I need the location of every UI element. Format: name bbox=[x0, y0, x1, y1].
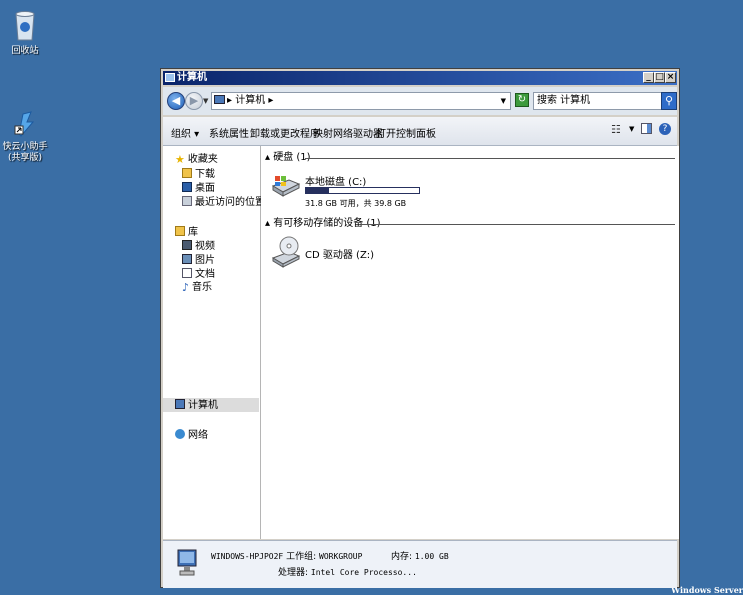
system-properties-button[interactable]: 系统属性 bbox=[209, 125, 249, 140]
refresh-button[interactable]: ↻ bbox=[515, 93, 529, 107]
cd-drive-z-label: CD 驱动器 (Z:) bbox=[305, 250, 375, 261]
search-placeholder: 搜索 计算机 bbox=[537, 95, 591, 106]
navigation-pane[interactable]: ★收藏夹 下载 桌面 最近访问的位置 库 视频 图片 文档 ♪音乐 计算机 bbox=[163, 146, 265, 539]
address-crumb-computer[interactable]: 计算机 bbox=[235, 95, 265, 106]
desktop-icon bbox=[182, 182, 192, 192]
nav-videos[interactable]: 视频 bbox=[182, 240, 215, 253]
shortcut-desktop-icon[interactable]: 快云小助手(共享版) bbox=[0, 108, 50, 164]
nav-pictures[interactable]: 图片 bbox=[182, 254, 215, 267]
nav-desktop[interactable]: 桌面 bbox=[182, 182, 215, 195]
map-network-drive-button[interactable]: 映射网络驱动器 bbox=[313, 125, 383, 140]
search-icon[interactable]: ⚲ bbox=[661, 92, 677, 110]
group-divider bbox=[361, 224, 675, 225]
back-button[interactable]: ◀ bbox=[167, 92, 185, 110]
window-title: 计算机 bbox=[177, 72, 207, 83]
pictures-icon bbox=[182, 254, 192, 264]
content-pane[interactable]: ▴ 硬盘 (1) 本地磁盘 (C:) 31.8 GB 可用，共 39.8 GB … bbox=[261, 146, 679, 539]
nav-recent-places[interactable]: 最近访问的位置 bbox=[182, 196, 265, 209]
group-divider bbox=[305, 158, 675, 159]
processor-value: Intel Core Processo... bbox=[310, 568, 417, 577]
disk-capacity-text: 31.8 GB 可用，共 39.8 GB bbox=[305, 199, 407, 208]
memory-line: 内存: 1.00 GB bbox=[391, 549, 449, 562]
recycle-bin-icon bbox=[15, 11, 35, 41]
forward-button[interactable]: ▶ bbox=[185, 92, 203, 110]
crumb-chevron-icon[interactable]: ▸ bbox=[268, 95, 273, 106]
document-icon bbox=[182, 268, 192, 278]
help-icon[interactable]: ? bbox=[659, 123, 671, 135]
details-pane: WINDOWS-HPJPO2F 工作组: WORKGROUP 内存: 1.00 … bbox=[163, 540, 677, 588]
address-separator: ▸ bbox=[227, 95, 233, 106]
recycle-bin-desktop-icon[interactable]: 回收站 bbox=[0, 10, 50, 57]
group-header-hard-disks[interactable]: ▴ 硬盘 (1) bbox=[265, 152, 675, 164]
view-dropdown-icon[interactable]: ▼ bbox=[629, 125, 634, 133]
title-bar[interactable]: 计算机 _ □ × bbox=[163, 71, 677, 85]
computer-large-icon bbox=[177, 549, 197, 576]
cd-drive-icon bbox=[271, 236, 301, 268]
disk-capacity-bar bbox=[305, 187, 420, 194]
nav-music[interactable]: ♪ 音乐 bbox=[182, 282, 212, 294]
downloads-folder-icon bbox=[182, 168, 192, 178]
explorer-window[interactable]: 计算机 _ □ × ◀ ▶ ▼ ▸ 计算机 ▸ ▼ ↻ 搜索 计算机 ⚲ 组织 ▾ … bbox=[160, 68, 680, 588]
recent-places-icon bbox=[182, 196, 192, 206]
organize-button[interactable]: 组织 ▾ bbox=[171, 125, 199, 140]
memory-label: 内存: bbox=[391, 552, 413, 562]
local-disk-c-label: 本地磁盘 (C:) bbox=[305, 177, 367, 188]
computer-icon bbox=[175, 399, 185, 409]
search-input[interactable]: 搜索 计算机 ⚲ bbox=[533, 92, 677, 110]
nav-documents[interactable]: 文档 bbox=[182, 268, 215, 281]
hard-disk-icon bbox=[271, 176, 301, 197]
address-bar[interactable]: ▸ 计算机 ▸ ▼ bbox=[211, 92, 511, 110]
processor-line: 处理器: Intel Core Processo... bbox=[278, 565, 417, 578]
address-dropdown-icon[interactable]: ▼ bbox=[501, 93, 506, 109]
recent-pages-chevron-icon[interactable]: ▼ bbox=[203, 97, 208, 105]
group-header-removable-storage[interactable]: ▴ 有可移动存储的设备 (1) bbox=[265, 218, 675, 230]
computer-title-icon bbox=[165, 73, 175, 82]
minimize-button[interactable]: _ bbox=[643, 72, 654, 83]
nav-downloads[interactable]: 下载 bbox=[182, 168, 215, 181]
processor-label: 处理器: bbox=[278, 568, 309, 578]
nav-network[interactable]: 网络 bbox=[175, 429, 208, 442]
nav-favorites[interactable]: ★ 收藏夹 bbox=[175, 154, 218, 166]
music-note-icon: ♪ bbox=[182, 281, 190, 294]
star-icon: ★ bbox=[175, 153, 185, 166]
uninstall-program-button[interactable]: 卸载或更改程序 bbox=[250, 125, 320, 140]
nav-libraries[interactable]: 库 bbox=[175, 226, 198, 239]
maximize-button[interactable]: □ bbox=[654, 72, 665, 83]
computer-name-line: WINDOWS-HPJPO2F 工作组: WORKGROUP bbox=[211, 549, 362, 562]
assistant-app-icon bbox=[14, 111, 35, 137]
memory-value: 1.00 GB bbox=[414, 552, 449, 561]
nav-computer[interactable]: 计算机 bbox=[175, 399, 218, 412]
workgroup-value: WORKGROUP bbox=[319, 552, 363, 561]
computer-name: WINDOWS-HPJPO2F bbox=[211, 552, 284, 561]
address-row: ◀ ▶ ▼ ▸ 计算机 ▸ ▼ ↻ 搜索 计算机 ⚲ bbox=[163, 87, 677, 115]
video-icon bbox=[182, 240, 192, 250]
library-folder-icon bbox=[175, 226, 185, 236]
disk-capacity-fill bbox=[306, 188, 329, 193]
recycle-bin-label: 回收站 bbox=[11, 46, 39, 56]
open-control-panel-button[interactable]: 打开控制面板 bbox=[376, 125, 436, 140]
shortcut-label: 快云小助手(共享版) bbox=[2, 142, 48, 163]
preview-pane-icon[interactable] bbox=[641, 123, 652, 134]
view-options-icon[interactable]: ☷ bbox=[611, 123, 621, 136]
workgroup-label: 工作组: bbox=[286, 552, 317, 562]
network-icon bbox=[175, 429, 185, 439]
os-watermark: Windows Server bbox=[671, 585, 743, 595]
close-button[interactable]: × bbox=[665, 72, 676, 83]
computer-icon bbox=[214, 95, 225, 104]
command-bar: 组织 ▾ 系统属性 卸载或更改程序 映射网络驱动器 打开控制面板 ☷ ▼ ? bbox=[163, 117, 677, 146]
